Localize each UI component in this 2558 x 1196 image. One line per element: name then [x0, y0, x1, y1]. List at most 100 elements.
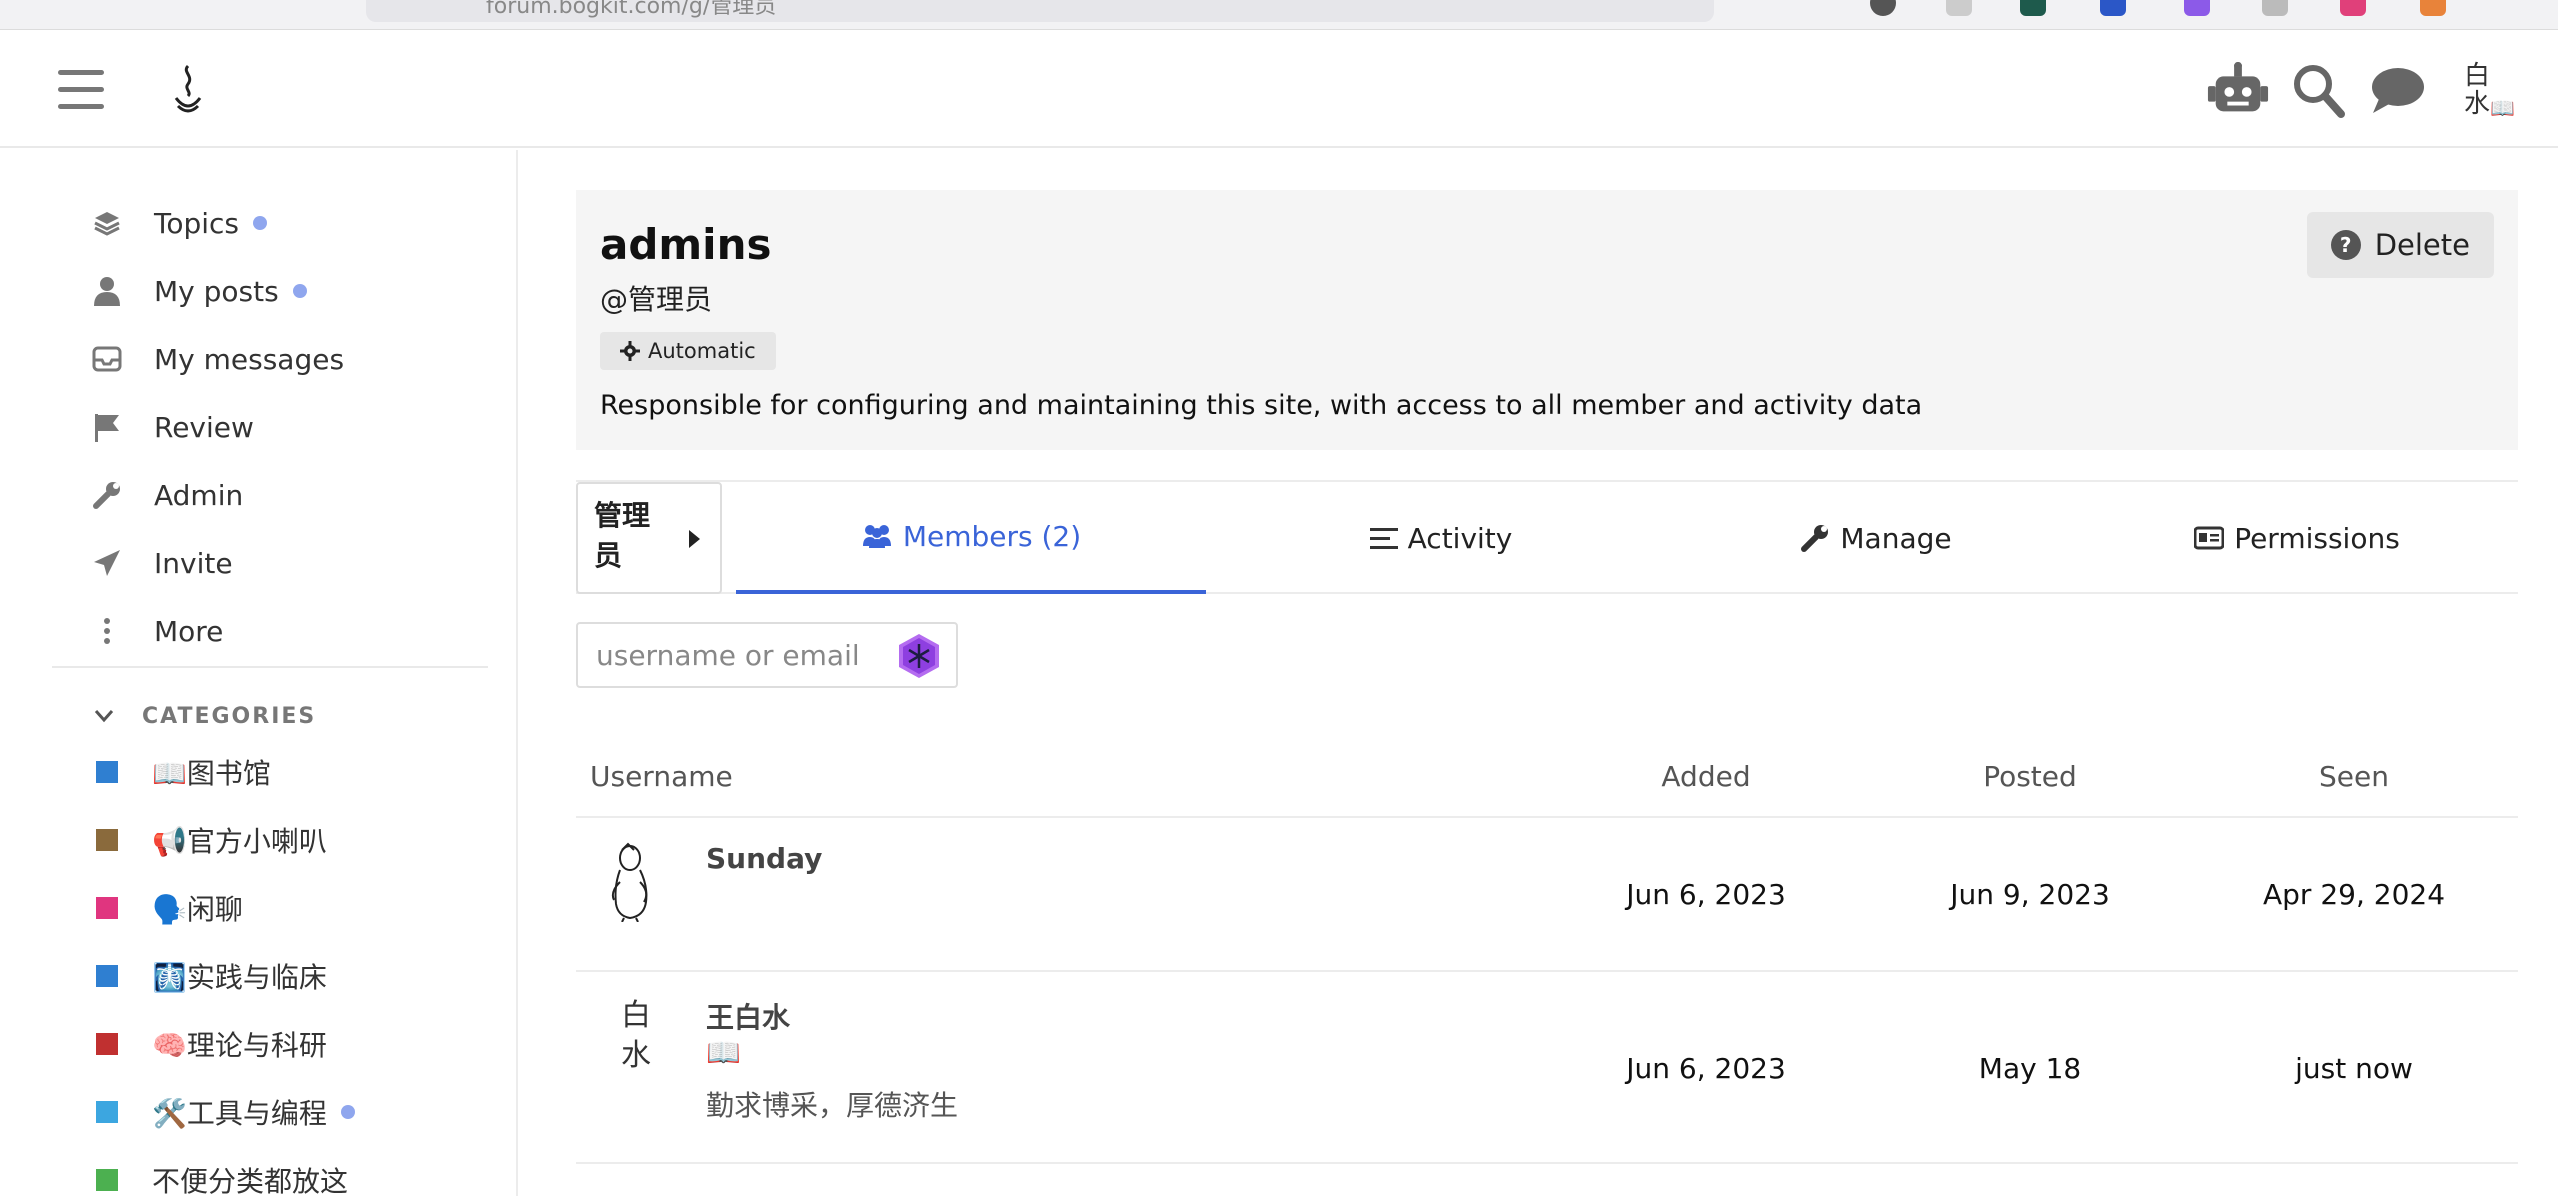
sidebar-item-label: Review — [154, 410, 254, 444]
category-item[interactable]: 🗣️闲聊 — [96, 883, 243, 933]
member-added-date: Jun 6, 2023 — [1626, 878, 1786, 911]
category-label: 不便分类都放这 — [152, 1165, 349, 1196]
browser-toolbar: forum.bogkit.com/g/管理员 — [0, 0, 2558, 30]
extension-icon[interactable] — [1870, 0, 1896, 16]
group-selector-dropdown[interactable]: 管理员 — [576, 482, 722, 594]
paper-plane-icon — [90, 546, 124, 580]
tab-activity[interactable]: Activity — [1206, 482, 1676, 594]
sidebar-item-review[interactable]: Review — [90, 402, 254, 452]
site-logo[interactable] — [168, 62, 208, 118]
user-avatar[interactable]: 白 水 📖 — [2460, 58, 2526, 124]
address-bar[interactable]: forum.bogkit.com/g/管理员 — [366, 0, 1714, 22]
wrench-icon — [90, 478, 124, 512]
extension-icon[interactable] — [2020, 0, 2046, 16]
tab-members-label: Members (2) — [902, 519, 1082, 553]
category-label: 🛠️工具与编程 — [152, 1097, 327, 1130]
member-username[interactable]: Sunday — [706, 842, 822, 875]
column-header-username[interactable]: Username — [590, 760, 733, 793]
sidebar-item-label: My messages — [154, 342, 345, 376]
group-handle: @管理员 — [600, 283, 713, 316]
delete-group-button[interactable]: ? Delete — [2306, 212, 2494, 278]
avatar[interactable]: 白 水 — [604, 996, 668, 1080]
member-username[interactable]: 王白水 — [706, 996, 790, 1036]
extension-icon[interactable] — [2184, 0, 2210, 16]
sidebar-item-label: My posts — [154, 274, 279, 308]
sidebar-item-admin[interactable]: Admin — [90, 470, 243, 520]
column-header-posted[interactable]: Posted — [1910, 760, 2150, 793]
member-filter-input[interactable] — [578, 624, 878, 686]
category-item[interactable]: 不便分类都放这 — [96, 1155, 348, 1196]
sidebar-item-my-posts[interactable]: My posts — [90, 266, 307, 316]
chevron-down-icon — [94, 710, 114, 723]
users-icon — [861, 524, 893, 548]
sidebar: Topics My posts My messages Review Admin… — [0, 150, 518, 1196]
member-title-icon: 📖 — [706, 1036, 741, 1069]
inbox-icon — [90, 342, 124, 376]
extension-icon[interactable] — [2340, 0, 2366, 16]
flag-icon — [90, 410, 124, 444]
group-tabs: 管理员 Members (2) Activity Manage Permissi… — [576, 480, 2518, 594]
automatic-badge: Automatic — [600, 332, 776, 370]
categories-section-toggle[interactable]: CATEGORIES — [94, 696, 316, 736]
category-color-swatch — [96, 761, 118, 783]
extension-icon[interactable] — [2100, 0, 2126, 16]
address-bar-url: forum.bogkit.com/g/管理员 — [486, 0, 777, 19]
search-icon[interactable] — [2286, 60, 2350, 120]
category-color-swatch — [96, 897, 118, 919]
sidebar-item-more[interactable]: More — [90, 606, 223, 656]
sidebar-item-my-messages[interactable]: My messages — [90, 334, 344, 384]
wrench-icon — [1800, 523, 1830, 553]
header-divider — [576, 816, 2518, 818]
category-label: 🩻实践与临床 — [152, 961, 327, 994]
category-label: 🗣️闲聊 — [152, 893, 243, 926]
chat-icon[interactable] — [2366, 60, 2430, 120]
gear-icon — [620, 341, 640, 361]
row-divider — [576, 970, 2518, 972]
sidebar-divider — [52, 666, 488, 668]
site-header: 白 水 📖 — [0, 30, 2558, 148]
member-added-date: Jun 6, 2023 — [1626, 1052, 1786, 1085]
tab-members[interactable]: Members (2) — [736, 482, 1206, 594]
question-circle-icon: ? — [2330, 230, 2361, 260]
group-selector-label: 管理员 — [594, 499, 651, 572]
tab-manage[interactable]: Manage — [1676, 482, 2076, 594]
group-name: admins — [600, 220, 772, 269]
category-color-swatch — [96, 1169, 118, 1191]
avatar[interactable] — [604, 842, 668, 926]
ai-hexagon-icon[interactable] — [896, 632, 942, 680]
member-title: 勤求博采，厚德济生 — [706, 1089, 959, 1122]
member-seen-date: Apr 29, 2024 — [2262, 878, 2446, 911]
member-posted-date: Jun 9, 2023 — [1950, 878, 2110, 911]
category-label: 📢官方小喇叭 — [152, 825, 327, 858]
column-header-seen[interactable]: Seen — [2234, 760, 2474, 793]
group-info-card: admins @管理员 Automatic Responsible for co… — [576, 190, 2518, 450]
member-seen-date: just now — [2295, 1052, 2413, 1085]
categories-heading: CATEGORIES — [142, 703, 317, 729]
sidebar-item-invite[interactable]: Invite — [90, 538, 233, 588]
extension-icon[interactable] — [2420, 0, 2446, 16]
column-header-added[interactable]: Added — [1586, 760, 1826, 793]
category-item[interactable]: 🧠理论与科研 — [96, 1019, 327, 1069]
hamburger-icon[interactable] — [58, 70, 104, 110]
category-color-swatch — [96, 1101, 118, 1123]
category-item[interactable]: 🛠️工具与编程 — [96, 1087, 355, 1137]
tab-permissions[interactable]: Permissions — [2076, 482, 2518, 594]
sidebar-item-label: Invite — [154, 546, 233, 580]
row-divider — [576, 1162, 2518, 1164]
sidebar-item-label: Topics — [154, 206, 240, 240]
category-color-swatch — [96, 829, 118, 851]
automatic-badge-label: Automatic — [648, 339, 756, 363]
category-item[interactable]: 📖图书馆 — [96, 747, 271, 797]
category-item[interactable]: 📢官方小喇叭 — [96, 815, 327, 865]
list-icon — [1369, 526, 1398, 550]
sidebar-item-topics[interactable]: Topics — [90, 198, 268, 248]
extension-icon[interactable] — [1946, 0, 1972, 16]
sidebar-item-label: Admin — [154, 478, 244, 512]
category-item[interactable]: 🩻实践与临床 — [96, 951, 327, 1001]
unread-dot — [340, 1105, 355, 1119]
category-color-swatch — [96, 1033, 118, 1055]
robot-icon[interactable] — [2206, 60, 2270, 120]
user-icon — [90, 274, 124, 308]
caret-right-icon — [689, 530, 700, 548]
extension-icon[interactable] — [2262, 0, 2288, 16]
